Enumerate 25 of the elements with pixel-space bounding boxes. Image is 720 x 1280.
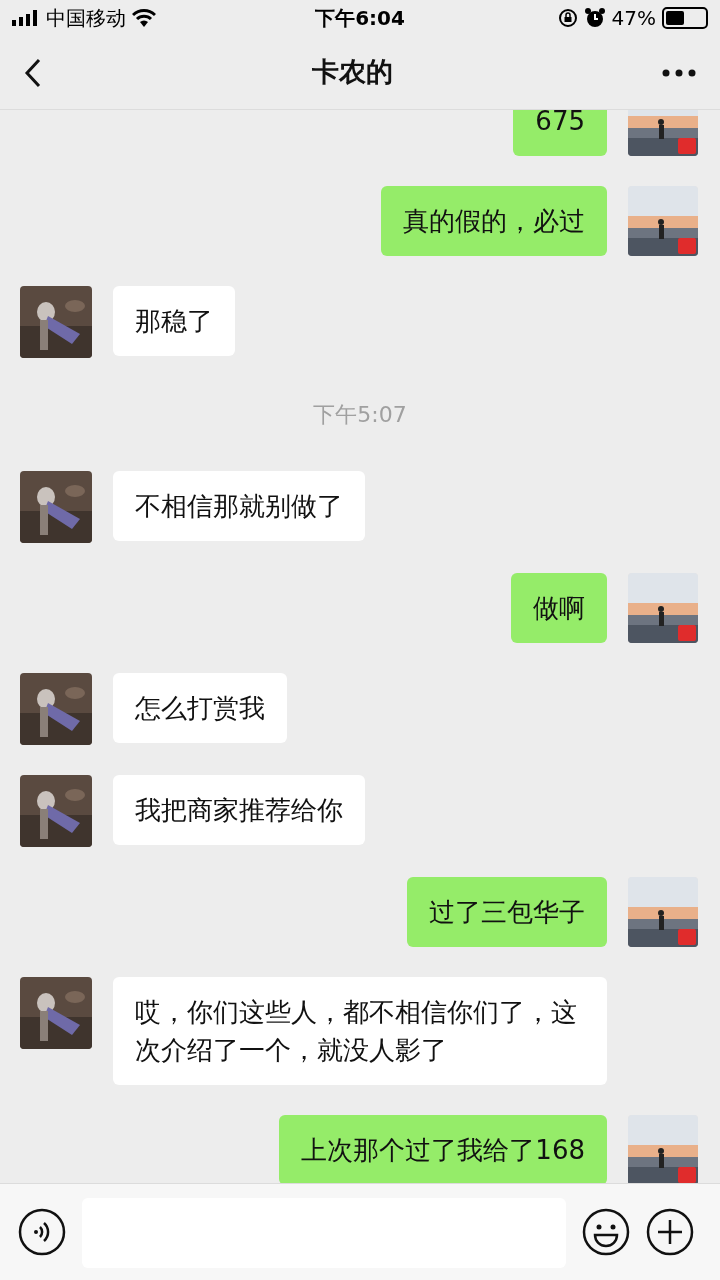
chat-title: 卡农的 bbox=[311, 55, 393, 90]
battery-icon bbox=[662, 7, 708, 29]
plus-icon[interactable] bbox=[646, 1208, 694, 1256]
signal-icon bbox=[12, 10, 40, 26]
sent-message-bubble: 做啊 bbox=[511, 573, 607, 643]
timestamp: 下午5:07 bbox=[313, 401, 407, 429]
sent-message-bubble: 上次那个过了我给了168 bbox=[279, 1115, 607, 1183]
alarm-icon bbox=[583, 7, 606, 29]
voice-icon[interactable] bbox=[18, 1208, 66, 1256]
more-icon[interactable] bbox=[662, 68, 696, 77]
received-message-bubble: 不相信那就别做了 bbox=[113, 471, 365, 541]
carrier-name: 中国移动 bbox=[46, 5, 126, 32]
back-icon[interactable] bbox=[24, 57, 42, 88]
sent-message-bubble: 过了三包华子 bbox=[407, 877, 607, 947]
emoji-icon[interactable] bbox=[582, 1208, 630, 1256]
received-message-bubble: 我把商家推荐给你 bbox=[113, 775, 365, 845]
sent-message-bubble: 真的假的，必过 bbox=[381, 186, 607, 256]
received-message-bubble: 那稳了 bbox=[113, 286, 235, 356]
received-message-bubble: 哎，你们这些人，都不相信你们了，这次介绍了一个，就没人影了 bbox=[113, 977, 607, 1085]
battery-percent: 47% bbox=[611, 5, 656, 32]
clock-time: 下午6:04 bbox=[315, 5, 405, 32]
sent-message-bubble: 675 bbox=[513, 110, 607, 156]
wifi-icon bbox=[132, 9, 156, 27]
received-message-bubble: 怎么打赏我 bbox=[113, 673, 287, 743]
rotation-lock-icon bbox=[557, 8, 578, 28]
